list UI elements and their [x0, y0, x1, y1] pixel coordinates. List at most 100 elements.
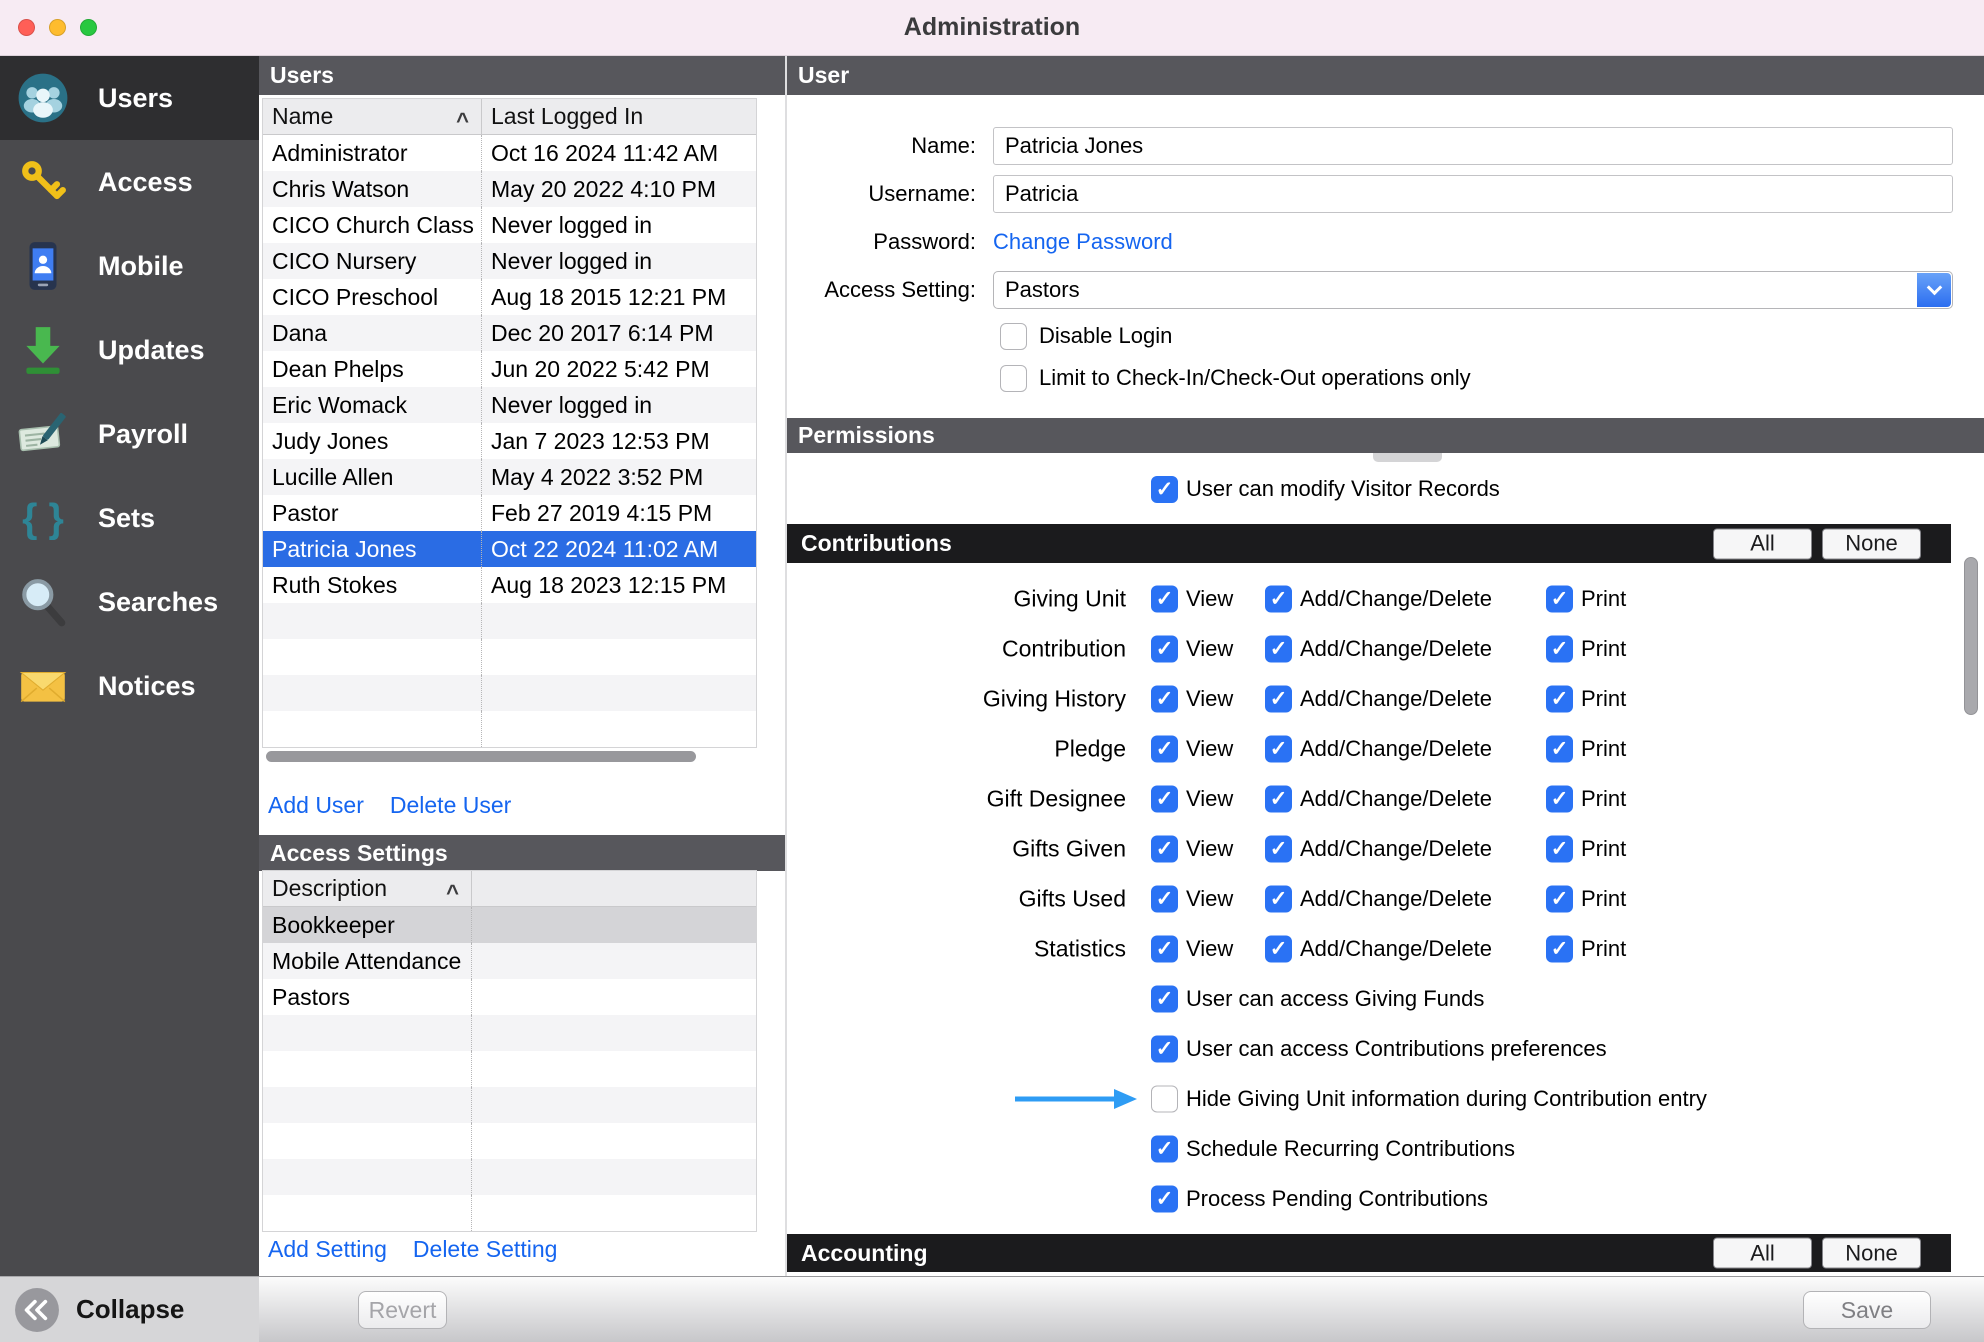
user-last-login-cell: Aug 18 2015 12:21 PM: [482, 279, 756, 315]
view-checkbox[interactable]: [1151, 886, 1178, 913]
user-last-login-cell: Dec 20 2017 6:14 PM: [482, 315, 756, 351]
add-change-delete-checkbox[interactable]: [1265, 936, 1292, 963]
view-checkbox[interactable]: [1151, 586, 1178, 613]
print-checkbox[interactable]: [1546, 886, 1573, 913]
collapse-button[interactable]: Collapse: [0, 1276, 259, 1342]
add-change-delete-checkbox[interactable]: [1265, 736, 1292, 763]
print-checkbox[interactable]: [1546, 836, 1573, 863]
scrollbar-thumb[interactable]: [266, 751, 696, 762]
save-button[interactable]: Save: [1803, 1291, 1931, 1329]
view-checkbox[interactable]: [1151, 636, 1178, 663]
access-settings-title: Access Settings: [270, 840, 448, 867]
vertical-scrollbar-thumb[interactable]: [1964, 557, 1978, 715]
add-user-link[interactable]: Add User: [268, 792, 364, 819]
option-checkbox[interactable]: [1151, 1086, 1178, 1113]
accounting-none-button[interactable]: None: [1822, 1238, 1921, 1269]
contributions-none-button[interactable]: None: [1822, 528, 1921, 559]
limit-checkinout-checkbox[interactable]: [1000, 365, 1027, 392]
print-checkbox[interactable]: [1546, 786, 1573, 813]
close-button[interactable]: [18, 19, 35, 36]
user-row[interactable]: Eric WomackNever logged in: [263, 387, 756, 423]
sidebar-item-searches[interactable]: Searches: [0, 560, 259, 644]
users-horizontal-scrollbar[interactable]: [262, 750, 757, 763]
print-label: Print: [1581, 786, 1626, 812]
user-row[interactable]: CICO NurseryNever logged in: [263, 243, 756, 279]
username-input[interactable]: [993, 175, 1953, 213]
add-change-delete-checkbox[interactable]: [1265, 586, 1292, 613]
view-checkbox[interactable]: [1151, 786, 1178, 813]
disable-login-checkbox[interactable]: [1000, 323, 1027, 350]
column-label: Description: [272, 875, 387, 902]
minimize-button[interactable]: [49, 19, 66, 36]
access-setting-dropdown[interactable]: Pastors: [993, 271, 1953, 309]
visitor-records-checkbox[interactable]: [1151, 476, 1178, 503]
add-change-delete-label: Add/Change/Delete: [1300, 786, 1492, 812]
option-checkbox[interactable]: [1151, 1036, 1178, 1063]
user-row[interactable]: Patricia JonesOct 22 2024 11:02 AM: [263, 531, 756, 567]
view-checkbox[interactable]: [1151, 936, 1178, 963]
revert-button[interactable]: Revert: [358, 1291, 447, 1329]
access-setting-row[interactable]: Bookkeeper: [263, 907, 756, 943]
add-change-delete-checkbox[interactable]: [1265, 886, 1292, 913]
user-name-cell: Administrator: [263, 135, 482, 171]
option-checkbox[interactable]: [1151, 986, 1178, 1013]
user-section-title: User: [798, 62, 849, 89]
sidebar-item-payroll[interactable]: Payroll: [0, 392, 259, 476]
sidebar-item-users[interactable]: Users: [0, 56, 259, 140]
user-row[interactable]: PastorFeb 27 2019 4:15 PM: [263, 495, 756, 531]
sidebar-item-notices[interactable]: Notices: [0, 644, 259, 728]
access-setting-row[interactable]: Mobile Attendance: [263, 943, 756, 979]
sidebar-item-label: Users: [98, 83, 173, 114]
add-setting-link[interactable]: Add Setting: [268, 1236, 387, 1263]
view-checkbox[interactable]: [1151, 686, 1178, 713]
column-header-last-logged-in[interactable]: Last Logged In: [482, 99, 756, 134]
delete-user-link[interactable]: Delete User: [390, 792, 511, 819]
user-row[interactable]: Chris WatsonMay 20 2022 4:10 PM: [263, 171, 756, 207]
user-row[interactable]: Dean PhelpsJun 20 2022 5:42 PM: [263, 351, 756, 387]
user-row[interactable]: AdministratorOct 16 2024 11:42 AM: [263, 135, 756, 171]
empty-cell: [482, 711, 756, 747]
view-checkbox[interactable]: [1151, 736, 1178, 763]
user-name-cell: Dana: [263, 315, 482, 351]
add-change-delete-checkbox[interactable]: [1265, 636, 1292, 663]
user-row[interactable]: Judy JonesJan 7 2023 12:53 PM: [263, 423, 756, 459]
sidebar-item-mobile[interactable]: Mobile: [0, 224, 259, 308]
print-checkbox[interactable]: [1546, 936, 1573, 963]
add-change-delete-checkbox[interactable]: [1265, 686, 1292, 713]
user-row[interactable]: DanaDec 20 2017 6:14 PM: [263, 315, 756, 351]
print-checkbox[interactable]: [1546, 586, 1573, 613]
contributions-all-button[interactable]: All: [1713, 528, 1812, 559]
limit-checkinout-option: Limit to Check-In/Check-Out operations o…: [1000, 364, 1471, 392]
zoom-button[interactable]: [80, 19, 97, 36]
sidebar-item-sets[interactable]: { } Sets: [0, 476, 259, 560]
view-checkbox[interactable]: [1151, 836, 1178, 863]
add-change-delete-checkbox[interactable]: [1265, 836, 1292, 863]
print-checkbox[interactable]: [1546, 686, 1573, 713]
add-change-delete-label: Add/Change/Delete: [1300, 936, 1492, 962]
option-checkbox[interactable]: [1151, 1186, 1178, 1213]
column-header-description[interactable]: Description ^: [263, 871, 472, 906]
column-header-name[interactable]: Name ^: [263, 99, 482, 134]
access-setting-row: Access Setting: Pastors: [787, 271, 1953, 309]
access-setting-row[interactable]: Pastors: [263, 979, 756, 1015]
user-row[interactable]: Ruth StokesAug 18 2023 12:15 PM: [263, 567, 756, 603]
delete-setting-link[interactable]: Delete Setting: [413, 1236, 557, 1263]
add-change-delete-checkbox[interactable]: [1265, 786, 1292, 813]
add-change-delete-label: Add/Change/Delete: [1300, 686, 1492, 712]
print-checkbox[interactable]: [1546, 736, 1573, 763]
name-input[interactable]: [993, 127, 1953, 165]
password-label: Password:: [787, 229, 976, 255]
sidebar-item-updates[interactable]: Updates: [0, 308, 259, 392]
change-password-link[interactable]: Change Password: [993, 229, 1173, 255]
option-checkbox[interactable]: [1151, 1136, 1178, 1163]
user-last-login-cell: Never logged in: [482, 243, 756, 279]
empty-cell: [263, 1051, 472, 1087]
user-row[interactable]: Lucille AllenMay 4 2022 3:52 PM: [263, 459, 756, 495]
column-label: Last Logged In: [491, 103, 643, 130]
print-checkbox[interactable]: [1546, 636, 1573, 663]
user-row[interactable]: CICO PreschoolAug 18 2015 12:21 PM: [263, 279, 756, 315]
accounting-all-button[interactable]: All: [1713, 1238, 1812, 1269]
sidebar-item-access[interactable]: Access: [0, 140, 259, 224]
contributions-options: User can access Giving FundsUser can acc…: [787, 974, 1951, 1224]
user-row[interactable]: CICO Church ClassNever logged in: [263, 207, 756, 243]
